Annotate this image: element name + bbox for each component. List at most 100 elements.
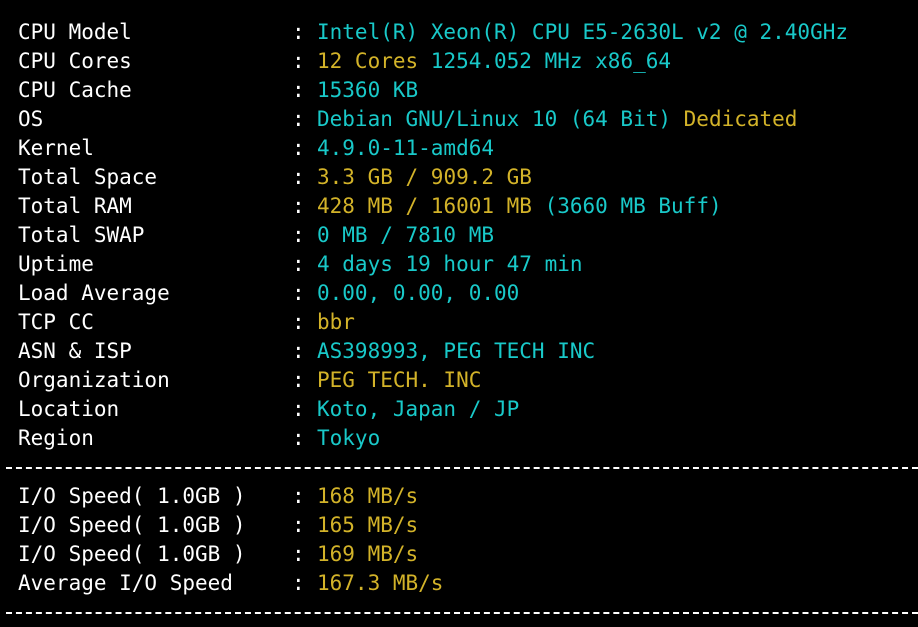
value-segment: 428 MB / xyxy=(317,194,431,218)
info-row-os: OS: Debian GNU/Linux 10 (64 Bit) Dedicate… xyxy=(18,105,918,134)
value-segment: Debian GNU/Linux 10 (64 Bit) xyxy=(317,107,672,131)
separator-colon: : xyxy=(292,78,305,102)
info-value: Intel(R) Xeon(R) CPU E5-2630L v2 @ 2.40G… xyxy=(317,18,848,47)
value-segment: 16001 MB xyxy=(430,194,532,218)
info-row-kernel: Kernel:4.9.0-11-amd64 xyxy=(18,134,918,163)
info-label: Total SWAP xyxy=(18,223,145,247)
info-label: Load Average xyxy=(18,281,170,305)
value-segment: PEG TECH. INC xyxy=(317,368,482,392)
info-label: Region xyxy=(18,426,94,450)
value-segment: 0.00, 0.00, 0.00 xyxy=(317,281,520,305)
separator-colon: : xyxy=(292,484,305,508)
info-row-cpu-cores: CPU Cores:12 Cores 1254.052 MHz x86_64 xyxy=(18,47,918,76)
value-segment: 1254.052 MHz x86_64 xyxy=(418,49,672,73)
separator-colon: : xyxy=(292,513,305,537)
info-value: 168 MB/s xyxy=(317,482,418,511)
info-label: I/O Speed( 1.0GB ) xyxy=(18,542,246,566)
info-value: 0 MB / 7810 MB xyxy=(317,221,494,250)
info-label: Kernel xyxy=(18,136,94,160)
info-row-tcp-cc: TCP CC: bbr xyxy=(18,308,918,337)
info-value: 165 MB/s xyxy=(317,511,418,540)
info-label: Average I/O Speed xyxy=(18,571,233,595)
info-value: Koto, Japan / JP xyxy=(317,395,519,424)
separator-colon: : xyxy=(292,107,305,131)
info-label: Uptime xyxy=(18,252,94,276)
value-segment: 909.2 GB xyxy=(430,165,532,189)
separator-colon: : xyxy=(292,194,305,218)
info-value: 4 days 19 hour 47 min xyxy=(317,250,583,279)
value-segment: 4.9.0-11-amd64 xyxy=(317,136,495,160)
separator-colon: : xyxy=(292,368,305,392)
value-segment: Tokyo xyxy=(317,426,381,450)
info-value: bbr xyxy=(317,308,355,337)
value-segment: 169 MB/s xyxy=(317,542,419,566)
separator-colon: : xyxy=(292,397,305,421)
info-row-i-o-speed-1-0gb: I/O Speed( 1.0GB ):165 MB/s xyxy=(18,511,918,540)
separator-colon: : xyxy=(292,49,305,73)
separator-colon: : xyxy=(292,281,305,305)
separator-colon: : xyxy=(292,136,305,160)
info-value: 4.9.0-11-amd64 xyxy=(317,134,494,163)
info-row-total-swap: Total SWAP:0 MB / 7810 MB xyxy=(18,221,918,250)
info-row-uptime: Uptime:4 days 19 hour 47 min xyxy=(18,250,918,279)
info-value: 0.00, 0.00, 0.00 xyxy=(317,279,519,308)
io-speed-section: I/O Speed( 1.0GB ):168 MB/s I/O Speed( 1.… xyxy=(18,482,918,598)
info-label: OS xyxy=(18,107,44,131)
info-label: Total Space xyxy=(18,165,158,189)
info-value: 15360 KB xyxy=(317,76,418,105)
info-value: PEG TECH. INC xyxy=(317,366,481,395)
value-segment: AS398993, PEG TECH INC xyxy=(317,339,596,363)
info-label: CPU Cores xyxy=(18,49,132,73)
info-label: Organization xyxy=(18,368,170,392)
separator-colon: : xyxy=(292,252,305,276)
info-value: Tokyo xyxy=(317,424,380,453)
info-value: 167.3 MB/s xyxy=(317,569,443,598)
info-value: Debian GNU/Linux 10 (64 Bit) Dedicated xyxy=(317,105,797,134)
separator-colon: : xyxy=(292,165,305,189)
separator-colon: : xyxy=(292,426,305,450)
info-row-i-o-speed-1-0gb: I/O Speed( 1.0GB ):168 MB/s xyxy=(18,482,918,511)
value-segment: 3.3 GB / xyxy=(317,165,431,189)
separator-colon: : xyxy=(292,542,305,566)
info-row-cpu-cache: CPU Cache:15360 KB xyxy=(18,76,918,105)
separator-colon: : xyxy=(292,223,305,247)
value-segment: 167.3 MB/s xyxy=(317,571,444,595)
value-segment: Koto, Japan / JP xyxy=(317,397,520,421)
value-segment: bbr xyxy=(317,310,355,334)
value-segment: 4 days 19 hour 47 min xyxy=(317,252,583,276)
info-label: CPU Cache xyxy=(18,78,132,102)
info-label: CPU Model xyxy=(18,20,132,44)
dashed-divider xyxy=(0,453,918,482)
info-value: 428 MB / 16001 MB (3660 MB Buff) xyxy=(317,192,722,221)
dashed-divider xyxy=(0,598,918,627)
info-label: I/O Speed( 1.0GB ) xyxy=(18,484,246,508)
value-segment: Intel(R) Xeon(R) CPU E5-2630L v2 @ 2.40G… xyxy=(317,20,849,44)
info-row-location: Location: Koto, Japan / JP xyxy=(18,395,918,424)
info-value: 12 Cores 1254.052 MHz x86_64 xyxy=(317,47,671,76)
info-label: I/O Speed( 1.0GB ) xyxy=(18,513,246,537)
info-row-load-average: Load Average:0.00, 0.00, 0.00 xyxy=(18,279,918,308)
info-value: 169 MB/s xyxy=(317,540,418,569)
value-segment: 12 Cores xyxy=(317,49,419,73)
value-segment: (3660 MB Buff) xyxy=(531,194,722,218)
info-label: Total RAM xyxy=(18,194,132,218)
value-segment: 165 MB/s xyxy=(317,513,419,537)
info-row-total-ram: Total RAM:428 MB / 16001 MB (3660 MB Buf… xyxy=(18,192,918,221)
info-row-i-o-speed-1-0gb: I/O Speed( 1.0GB ):169 MB/s xyxy=(18,540,918,569)
separator-colon: : xyxy=(292,339,305,363)
separator-colon: : xyxy=(292,571,305,595)
info-label: TCP CC xyxy=(18,310,94,334)
info-row-average-i-o-speed: Average I/O Speed:167.3 MB/s xyxy=(18,569,918,598)
terminal-output: CPU Model: Intel(R) Xeon(R) CPU E5-2630L … xyxy=(6,18,918,627)
info-value: 3.3 GB / 909.2 GB xyxy=(317,163,532,192)
value-segment: 168 MB/s xyxy=(317,484,419,508)
info-row-total-space: Total Space:3.3 GB / 909.2 GB xyxy=(18,163,918,192)
value-segment: 0 MB / 7810 MB xyxy=(317,223,495,247)
value-segment: 15360 KB xyxy=(317,78,419,102)
system-info-section: CPU Model: Intel(R) Xeon(R) CPU E5-2630L … xyxy=(18,18,918,453)
separator-colon: : xyxy=(292,20,305,44)
info-row-region: Region: Tokyo xyxy=(18,424,918,453)
value-segment: Dedicated xyxy=(671,107,798,131)
info-row-asn-isp: ASN & ISP: AS398993, PEG TECH INC xyxy=(18,337,918,366)
info-label: ASN & ISP xyxy=(18,339,132,363)
